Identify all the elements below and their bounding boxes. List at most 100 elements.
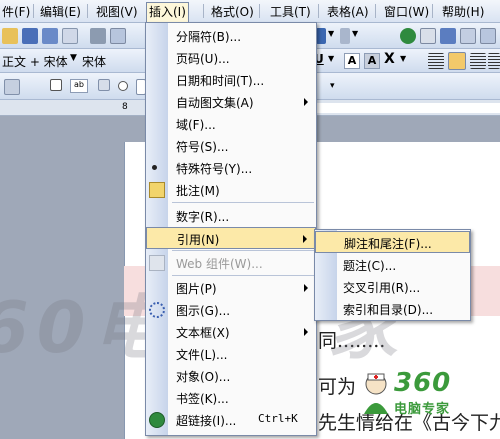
char-shading-icon[interactable]: A	[364, 53, 380, 69]
menu-separator	[172, 202, 314, 203]
char-scale-icon[interactable]: X	[384, 51, 395, 67]
menu-item-label: 文本框(X)	[176, 326, 230, 340]
menu-view[interactable]: 视图(V)	[94, 3, 140, 21]
menu-item-caption[interactable]: 题注(C)...	[315, 254, 470, 276]
menu-item-label: 书签(K)...	[176, 392, 229, 406]
menu-item-index-toc[interactable]: 索引和目录(D)...	[315, 298, 470, 320]
menu-item-label: 日期和时间(T)...	[176, 74, 265, 88]
style-dropdown-icon[interactable]: ▼	[70, 53, 77, 63]
menu-item-break[interactable]: 分隔符(B)...	[146, 25, 316, 47]
menu-item-special-symbol[interactable]: 特殊符号(Y)...	[146, 157, 316, 179]
menu-item-reference[interactable]: 引用(N)	[146, 227, 316, 249]
char-scale-dropdown-icon[interactable]: ▼	[400, 54, 406, 63]
menu-divider	[318, 4, 319, 18]
print-preview-icon[interactable]	[110, 28, 126, 44]
justify-icon[interactable]	[488, 53, 500, 69]
document-line-2: 可为	[318, 376, 357, 398]
hyperlink-icon[interactable]	[400, 28, 416, 44]
radio-icon[interactable]	[118, 81, 128, 91]
reference-submenu: 脚注和尾注(F)... 题注(C)... 交叉引用(R)... 索引和目录(D)…	[314, 229, 471, 321]
checkbox-icon[interactable]	[50, 79, 62, 91]
redo-icon[interactable]	[340, 28, 350, 44]
menu-item-diagram[interactable]: 图示(G)...	[146, 299, 316, 321]
mail-icon[interactable]	[62, 28, 78, 44]
menu-item-label: 引用(N)	[177, 233, 220, 247]
menu-divider	[259, 4, 260, 18]
web-component-icon	[149, 255, 165, 271]
menu-item-label: 图片(P)	[176, 282, 217, 296]
open-icon[interactable]	[2, 28, 18, 44]
menu-file[interactable]: 件(F)	[0, 3, 32, 21]
menu-item-field[interactable]: 域(F)...	[146, 113, 316, 135]
menu-item-label: 页码(U)...	[176, 52, 230, 66]
menu-item-autotext[interactable]: 自动图文集(A)	[146, 91, 316, 113]
logo-subtitle: 电脑专家	[394, 402, 451, 417]
menu-item-label: 数字(R)...	[176, 210, 230, 224]
menu-item-cross-reference[interactable]: 交叉引用(R)...	[315, 276, 470, 298]
menu-separator	[172, 275, 314, 276]
columns-icon[interactable]	[480, 28, 496, 44]
ruler-number: 8	[122, 102, 128, 112]
menu-divider	[432, 4, 433, 18]
menu-divider	[87, 4, 88, 18]
menu-item-footnote[interactable]: 脚注和尾注(F)...	[315, 231, 470, 253]
submenu-arrow-icon	[303, 235, 307, 243]
menu-insert[interactable]: 插入(I)	[146, 2, 189, 23]
tables-borders-icon[interactable]	[420, 28, 436, 44]
font-box[interactable]: 宋体	[82, 53, 106, 70]
save-icon[interactable]	[22, 28, 38, 44]
menu-item-date-time[interactable]: 日期和时间(T)...	[146, 69, 316, 91]
permission-icon[interactable]	[42, 28, 58, 44]
form-field-icon[interactable]	[4, 79, 20, 95]
menu-item-label: 分隔符(B)...	[176, 30, 242, 44]
menu-item-label: 域(F)...	[176, 118, 216, 132]
menu-item-object[interactable]: 对象(O)...	[146, 365, 316, 387]
menu-item-label: 特殊符号(Y)...	[176, 162, 253, 176]
char-border-icon[interactable]: A	[344, 53, 360, 69]
menu-item-comment[interactable]: 批注(M)	[146, 179, 316, 201]
style-box[interactable]: 正文 + 宋体	[2, 53, 68, 70]
menu-item-picture[interactable]: 图片(P)	[146, 277, 316, 299]
menu-item-number[interactable]: 数字(R)...	[146, 205, 316, 227]
menu-window[interactable]: 窗口(W)	[382, 3, 431, 21]
menu-edit[interactable]: 编辑(E)	[38, 3, 83, 21]
redo-dropdown-icon[interactable]: ▼	[352, 29, 358, 38]
menu-item-label: Web 组件(W)...	[176, 257, 263, 271]
menu-help[interactable]: 帮助(H)	[440, 3, 486, 21]
menu-item-label: 批注(M)	[176, 184, 220, 198]
toolbar-options-icon[interactable]: ▾	[330, 81, 335, 91]
menu-item-file[interactable]: 文件(L)...	[146, 343, 316, 365]
menu-table[interactable]: 表格(A)	[325, 3, 371, 21]
hyperlink-icon	[149, 412, 165, 428]
menu-format[interactable]: 格式(O)	[209, 3, 256, 21]
menu-item-page-numbers[interactable]: 页码(U)...	[146, 47, 316, 69]
text-field-icon[interactable]: ab	[70, 79, 88, 93]
insert-excel-icon[interactable]	[460, 28, 476, 44]
insert-table-icon[interactable]	[440, 28, 456, 44]
align-right-icon[interactable]	[470, 53, 486, 69]
menu-item-label: 脚注和尾注(F)...	[344, 237, 432, 251]
underline-dropdown-icon[interactable]: ▼	[328, 54, 334, 63]
submenu-arrow-icon	[304, 284, 308, 292]
menu-item-label: 图示(G)...	[176, 304, 231, 318]
logo-number: 360	[394, 368, 452, 398]
menu-item-bookmark[interactable]: 书签(K)...	[146, 387, 316, 409]
menu-bar: 件(F) 编辑(E) 视图(V) 插入(I) 格式(O) 工具(T) 表格(A)…	[0, 0, 500, 23]
bullet-icon	[152, 165, 157, 170]
menu-item-symbol[interactable]: 符号(S)...	[146, 135, 316, 157]
menu-separator	[172, 250, 314, 251]
submenu-arrow-icon	[304, 98, 308, 106]
menu-item-textbox[interactable]: 文本框(X)	[146, 321, 316, 343]
insert-menu: 分隔符(B)... 页码(U)... 日期和时间(T)... 自动图文集(A) …	[145, 22, 317, 436]
combo-box-icon[interactable]	[98, 79, 110, 91]
submenu-arrow-icon	[304, 328, 308, 336]
menu-tools[interactable]: 工具(T)	[268, 3, 313, 21]
menu-item-hyperlink[interactable]: 超链接(I)... Ctrl+K	[146, 409, 316, 431]
align-left-icon[interactable]	[428, 53, 444, 69]
undo-icon[interactable]	[316, 28, 326, 44]
print-icon[interactable]	[90, 28, 106, 44]
menu-divider	[375, 4, 376, 18]
align-center-icon[interactable]	[448, 52, 466, 70]
undo-dropdown-icon[interactable]: ▼	[328, 29, 334, 38]
menu-item-label: 超链接(I)...	[176, 414, 237, 428]
